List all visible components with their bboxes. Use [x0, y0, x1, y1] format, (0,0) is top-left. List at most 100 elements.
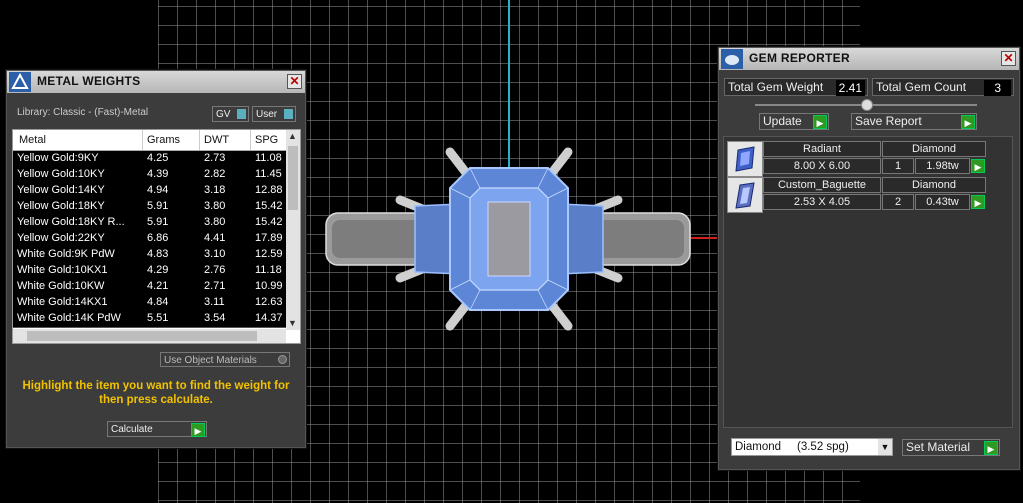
table-row[interactable]: Yellow Gold:22KY 6.86 4.41 17.89 — [13, 231, 286, 248]
gem-row[interactable]: Custom_Baguette Diamond 2.53 X 4.05 2 0.… — [727, 177, 986, 213]
total-gem-count-label: Total Gem Count — [876, 80, 967, 94]
table-row[interactable]: White Gold:14KX1 4.84 3.11 12.63 — [13, 295, 286, 312]
gem-size: 2.53 X 4.05 — [763, 194, 881, 210]
table-cell: White Gold:10KX1 — [17, 264, 108, 276]
table-cell: 3.18 — [204, 184, 226, 196]
green-arrow-icon: ▶ — [961, 115, 975, 129]
metal-table[interactable]: Metal Grams DWT SPG Yellow Gold:9KY 4.25 2… — [12, 129, 301, 344]
gem-shape: Custom_Baguette — [763, 177, 881, 193]
table-cell: 3.80 — [204, 200, 226, 212]
save-report-label: Save Report — [855, 114, 922, 128]
hscroll-thumb[interactable] — [27, 331, 257, 341]
close-icon[interactable]: ✕ — [287, 74, 302, 89]
gem-weight: 1.98tw — [915, 158, 970, 174]
table-cell: Yellow Gold:18KY R... — [17, 216, 125, 228]
table-cell: White Gold:14K PdW — [17, 312, 121, 324]
metal-table-header: Metal Grams DWT SPG — [13, 130, 286, 151]
scroll-down-icon[interactable]: ▼ — [288, 318, 297, 328]
table-cell: 3.80 — [204, 216, 226, 228]
table-cell: White Gold:14KX1 — [17, 296, 108, 308]
gv-toggle[interactable]: GV — [212, 106, 249, 122]
gem-size: 8.00 X 6.00 — [763, 158, 881, 174]
total-gem-weight-label: Total Gem Weight — [728, 80, 824, 94]
metal-table-hscroll[interactable] — [13, 329, 286, 343]
green-arrow-icon: ▶ — [984, 441, 998, 455]
table-cell: 4.21 — [147, 280, 169, 292]
use-object-materials-checkbox[interactable]: Use Object Materials — [160, 352, 290, 367]
table-row[interactable]: White Gold:9K PdW 4.83 3.10 12.59 — [13, 247, 286, 264]
table-cell: Yellow Gold:10KY — [17, 168, 105, 180]
table-row[interactable]: Yellow Gold:10KY 4.39 2.82 11.45 — [13, 167, 286, 184]
table-cell: 4.25 — [147, 152, 169, 164]
chevron-down-icon[interactable]: ▼ — [878, 439, 892, 455]
user-toggle[interactable]: User — [252, 106, 296, 122]
col-spg[interactable]: SPG — [255, 134, 278, 146]
material-select-value: Diamond (3.52 spg) — [735, 441, 849, 453]
col-dwt[interactable]: DWT — [204, 134, 229, 146]
gem-count: 1 — [882, 158, 914, 174]
gem-row[interactable]: Radiant Diamond 8.00 X 6.00 1 1.98tw ▶ — [727, 141, 986, 177]
update-label: Update — [763, 114, 802, 128]
user-indicator-icon — [284, 109, 293, 119]
calculate-button[interactable]: Calculate ▶ — [107, 421, 207, 437]
gv-indicator-icon — [237, 109, 246, 119]
green-arrow-icon: ▶ — [813, 115, 827, 129]
table-cell: 6.86 — [147, 232, 169, 244]
table-cell: 4.39 — [147, 168, 169, 180]
gem-reporter-titlebar[interactable]: GEM REPORTER ✕ — [719, 48, 1019, 70]
metal-weights-titlebar[interactable]: METAL WEIGHTS ✕ — [7, 71, 305, 93]
table-cell: White Gold:10KW — [17, 280, 105, 292]
metal-weights-title: METAL WEIGHTS — [37, 74, 141, 88]
scroll-up-icon[interactable]: ▲ — [288, 131, 297, 141]
table-row[interactable]: White Gold:10KW 4.21 2.71 10.99 — [13, 279, 286, 296]
table-cell: 4.29 — [147, 264, 169, 276]
table-row[interactable]: Yellow Gold:18KY 5.91 3.80 15.42 — [13, 199, 286, 216]
table-cell: 3.10 — [204, 248, 226, 260]
user-label: User — [256, 109, 278, 120]
col-metal[interactable]: Metal — [19, 134, 46, 146]
gem-count: 2 — [882, 194, 914, 210]
baguette-gem-icon — [727, 177, 763, 213]
table-cell: 3.11 — [204, 296, 225, 308]
set-material-button[interactable]: Set Material ▶ — [902, 439, 1000, 456]
metal-weights-window: METAL WEIGHTS ✕ Library: Classic - (Fast… — [6, 70, 306, 448]
material-select[interactable]: Diamond (3.52 spg) ▼ — [731, 438, 893, 456]
gem-material: Diamond — [882, 177, 986, 193]
table-cell: 4.41 — [204, 232, 226, 244]
instruction-text: Highlight the item you want to find the … — [22, 380, 290, 406]
table-cell: 4.84 — [147, 296, 169, 308]
total-gem-count-box: Total Gem Count 3 — [872, 78, 1014, 96]
splitter-slider[interactable] — [755, 99, 977, 111]
gem-reporter-app-icon — [721, 49, 743, 69]
use-object-materials-label: Use Object Materials — [164, 355, 257, 366]
table-row[interactable]: Yellow Gold:18KY R... 5.91 3.80 15.42 — [13, 215, 286, 232]
table-cell: Yellow Gold:14KY — [17, 184, 105, 196]
table-row[interactable]: Yellow Gold:14KY 4.94 3.18 12.88 — [13, 183, 286, 200]
gv-label: GV — [216, 109, 231, 120]
table-cell: 4.94 — [147, 184, 169, 196]
table-row[interactable]: Yellow Gold:9KY 4.25 2.73 11.08 — [13, 151, 286, 168]
set-material-label: Set Material — [906, 440, 971, 454]
metal-table-vscroll[interactable]: ▲ ▼ — [286, 130, 300, 330]
close-icon[interactable]: ✕ — [1001, 51, 1016, 66]
col-grams[interactable]: Grams — [147, 134, 180, 146]
gem-weight: 0.43tw — [915, 194, 970, 210]
table-row[interactable]: White Gold:14K PdW 5.51 3.54 14.37 — [13, 311, 286, 328]
green-arrow-icon[interactable]: ▶ — [971, 195, 985, 209]
total-gem-count-value: 3 — [984, 80, 1011, 96]
table-row[interactable]: White Gold:10KX1 4.29 2.76 11.18 — [13, 263, 286, 280]
gem-reporter-window: GEM REPORTER ✕ Total Gem Weight 2.41 Tot… — [718, 47, 1020, 470]
total-gem-weight-value: 2.41 — [835, 80, 865, 96]
table-cell: 4.83 — [147, 248, 169, 260]
slider-handle-icon[interactable] — [861, 99, 873, 111]
gem-material: Diamond — [882, 141, 986, 157]
scroll-thumb[interactable] — [288, 146, 298, 210]
table-cell: 2.73 — [204, 152, 226, 164]
save-report-button[interactable]: Save Report ▶ — [851, 113, 977, 130]
table-cell: 3.54 — [204, 312, 226, 324]
update-button[interactable]: Update ▶ — [759, 113, 829, 130]
checkbox-icon — [278, 355, 287, 364]
metal-weights-app-icon — [9, 72, 31, 92]
green-arrow-icon[interactable]: ▶ — [971, 159, 985, 173]
ring-model[interactable] — [320, 140, 700, 340]
